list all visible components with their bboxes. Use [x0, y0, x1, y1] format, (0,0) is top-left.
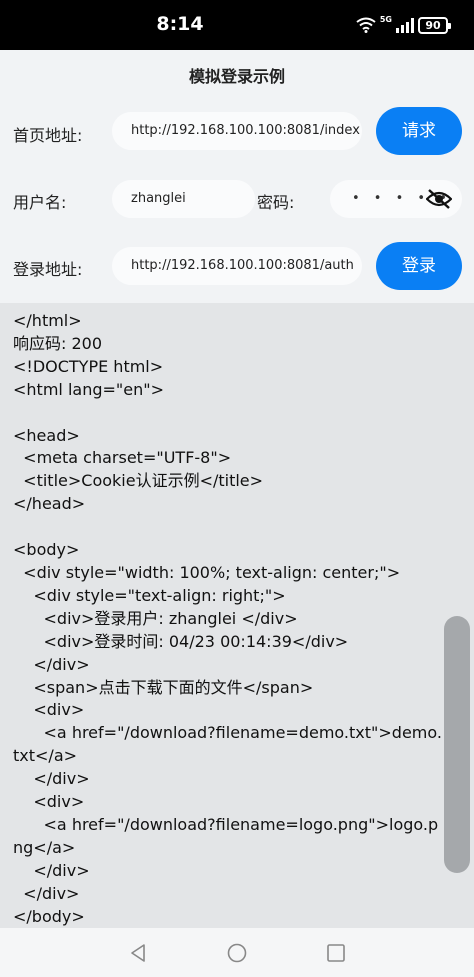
navigation-bar — [0, 928, 474, 977]
response-panel[interactable]: </html> 响应码: 200 <!DOCTYPE html> <html l… — [0, 303, 474, 928]
page-title: 模拟登录示例 — [188, 67, 285, 86]
battery-icon: 90 — [418, 16, 451, 34]
login-url-input[interactable]: http://192.168.100.100:8081/auth — [112, 247, 362, 285]
username-input[interactable]: zhanglei — [112, 180, 255, 218]
home-url-label: 首页地址: — [13, 126, 83, 145]
battery-level: 90 — [425, 18, 441, 32]
request-button[interactable]: 请求 — [376, 107, 462, 155]
password-input[interactable]: • • • • • • — [330, 180, 462, 218]
status-icons: 5G 90 — [356, 15, 451, 35]
response-scrollbar[interactable] — [444, 616, 470, 873]
home-url-value: http://192.168.100.100:8081/index — [131, 123, 360, 138]
network-type: 5G — [379, 15, 392, 24]
login-button[interactable]: 登录 — [376, 242, 462, 290]
back-icon[interactable] — [127, 942, 149, 964]
login-url-value: http://192.168.100.100:8081/auth — [131, 258, 354, 273]
recent-apps-icon[interactable] — [325, 942, 347, 964]
status-bar: 8:14 5G 90 — [0, 0, 474, 50]
home-icon[interactable] — [226, 942, 248, 964]
username-label: 用户名: — [13, 193, 67, 212]
login-form: 模拟登录示例 首页地址: http://192.168.100.100:8081… — [0, 50, 474, 303]
signal-icon — [396, 17, 414, 33]
home-url-input[interactable]: http://192.168.100.100:8081/index — [112, 112, 362, 150]
username-value: zhanglei — [131, 191, 186, 206]
eye-off-icon[interactable] — [426, 189, 452, 209]
status-time: 8:14 — [156, 13, 204, 35]
wifi-icon — [356, 17, 376, 33]
password-label: 密码: — [257, 193, 295, 212]
response-text: </html> 响应码: 200 <!DOCTYPE html> <html l… — [13, 311, 442, 926]
login-url-label: 登录地址: — [13, 260, 83, 279]
